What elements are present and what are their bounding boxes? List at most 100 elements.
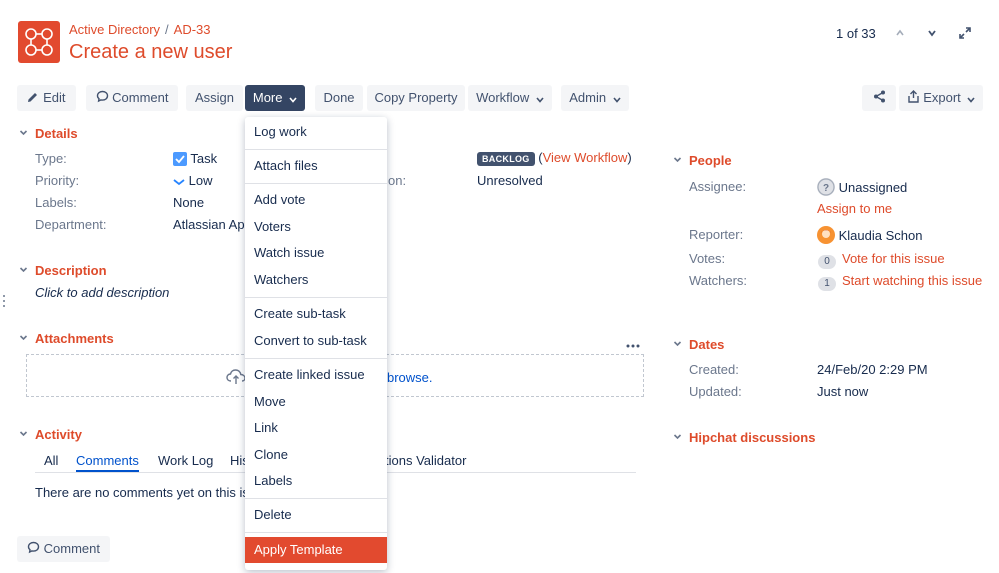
attachments-heading[interactable]: Attachments (35, 331, 114, 346)
menu-item-add-vote[interactable]: Add vote (245, 187, 387, 213)
menu-item-watchers[interactable]: Watchers (245, 267, 387, 293)
description-heading[interactable]: Description (35, 263, 107, 278)
type-label: Type: (35, 151, 67, 166)
priority-label: Priority: (35, 173, 80, 188)
menu-item-create-sub-task[interactable]: Create sub-task (245, 301, 387, 327)
chevron-down-icon (19, 130, 28, 136)
vote-for-issue-link[interactable]: Vote for this issue (842, 251, 945, 266)
menu-item-apply-template[interactable]: Apply Template (245, 537, 387, 563)
description-placeholder[interactable]: Click to add description (35, 285, 169, 300)
dates-collapse-toggle[interactable] (673, 339, 682, 350)
attachments-collapse-toggle[interactable] (19, 333, 28, 344)
tab-comments[interactable]: Comments (76, 453, 139, 468)
chevron-down-icon (19, 267, 28, 273)
unassigned-avatar-icon: ? (817, 178, 835, 196)
menu-item-delete[interactable]: Delete (245, 502, 387, 528)
dates-heading[interactable]: Dates (689, 337, 724, 352)
type-value: Task (173, 151, 217, 166)
labels-label: Labels: (35, 195, 77, 210)
issue-pager-count: 1 of 33 (836, 26, 876, 41)
menu-item-link[interactable]: Link (245, 415, 387, 441)
updated-label: Updated: (689, 384, 742, 399)
resolution-label: on: (388, 173, 407, 188)
copy-property-button[interactable]: Copy Property (367, 85, 465, 111)
description-collapse-toggle[interactable] (19, 265, 28, 276)
details-collapse-toggle[interactable] (19, 128, 28, 139)
more-dropdown-menu: Log work Attach files Add vote Voters Wa… (245, 117, 387, 570)
task-icon (173, 152, 187, 166)
people-heading[interactable]: People (689, 153, 732, 168)
chevron-down-icon (673, 157, 682, 163)
menu-divider (245, 183, 387, 184)
menu-divider (245, 498, 387, 499)
activity-collapse-toggle[interactable] (19, 429, 28, 440)
reporter-value[interactable]: Klaudia Schon (817, 226, 922, 244)
no-comments-text: There are no comments yet on this is (35, 485, 249, 500)
reporter-avatar (817, 226, 835, 244)
menu-item-attach-files[interactable]: Attach files (245, 153, 387, 179)
breadcrumb-project-link[interactable]: Active Directory (69, 22, 160, 37)
browse-link[interactable]: browse. (387, 370, 433, 385)
created-value: 24/Feb/20 2:29 PM (817, 362, 928, 377)
resize-handle-icon[interactable] (3, 294, 5, 308)
chevron-down-icon (289, 86, 297, 112)
page-title[interactable]: Create a new user (69, 41, 232, 64)
menu-item-log-work[interactable]: Log work (245, 119, 387, 145)
view-workflow-paren-close: ) (627, 150, 632, 165)
hipchat-heading[interactable]: Hipchat discussions (689, 430, 815, 445)
menu-item-move[interactable]: Move (245, 389, 387, 415)
done-button[interactable]: Done (315, 85, 363, 111)
activity-heading[interactable]: Activity (35, 427, 82, 442)
tab-work-log[interactable]: Work Log (158, 453, 213, 468)
department-label: Department: (35, 217, 107, 232)
assign-button[interactable]: Assign (186, 85, 243, 111)
assignee-label: Assignee: (689, 179, 747, 194)
view-workflow-link[interactable]: View Workflow (543, 150, 628, 165)
export-button[interactable]: Export (899, 85, 983, 111)
created-label: Created: (689, 362, 739, 377)
assign-to-me-link[interactable]: Assign to me (817, 201, 892, 216)
tab-all[interactable]: All (44, 453, 58, 468)
people-collapse-toggle[interactable] (673, 155, 682, 166)
chevron-down-icon (967, 86, 976, 112)
menu-item-clone[interactable]: Clone (245, 442, 387, 468)
share-button[interactable] (862, 85, 896, 111)
assignee-value[interactable]: ? Unassigned (817, 178, 907, 196)
watchers-count-badge: 1 (818, 274, 836, 291)
department-value[interactable]: Atlassian App (173, 217, 252, 232)
status-badge: BACKLOG (477, 152, 535, 166)
attachments-options-button[interactable] (626, 336, 640, 351)
start-watching-link[interactable]: Start watching this issue (842, 273, 982, 288)
comment-button[interactable]: Comment (86, 85, 178, 111)
tab-validator[interactable]: tions Validator (385, 453, 466, 468)
expand-button[interactable] (957, 24, 973, 42)
breadcrumb-separator: / (165, 22, 169, 37)
chevron-down-icon (536, 86, 544, 112)
priority-value: Low (173, 173, 212, 189)
labels-value[interactable]: None (173, 195, 204, 210)
chevron-down-icon (19, 431, 28, 437)
project-avatar[interactable] (18, 21, 60, 63)
breadcrumb: Active Directory / AD-33 (69, 22, 211, 37)
menu-item-watch-issue[interactable]: Watch issue (245, 240, 387, 266)
workflow-button[interactable]: Workflow (468, 85, 552, 111)
project-avatar-icon (25, 28, 53, 56)
menu-divider (245, 149, 387, 150)
edit-button[interactable]: Edit (17, 85, 76, 111)
bottom-comment-button[interactable]: Comment (17, 536, 110, 562)
more-button[interactable]: More (245, 85, 305, 111)
comment-icon (96, 86, 109, 112)
next-issue-button[interactable] (924, 24, 940, 42)
menu-item-voters[interactable]: Voters (245, 214, 387, 240)
menu-item-labels[interactable]: Labels (245, 468, 387, 494)
menu-divider (245, 297, 387, 298)
menu-item-create-linked-issue[interactable]: Create linked issue (245, 362, 387, 388)
details-heading[interactable]: Details (35, 126, 78, 141)
menu-item-convert-to-sub-task[interactable]: Convert to sub-task (245, 328, 387, 354)
expand-icon (959, 27, 971, 39)
breadcrumb-issue-key-link[interactable]: AD-33 (174, 22, 211, 37)
chevron-down-icon (673, 341, 682, 347)
hipchat-collapse-toggle[interactable] (673, 432, 682, 443)
previous-issue-button[interactable] (892, 24, 908, 42)
admin-button[interactable]: Admin (561, 85, 629, 111)
